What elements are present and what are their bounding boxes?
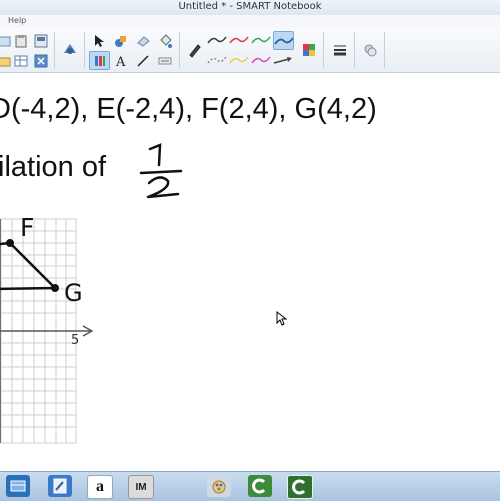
color-palette-icon[interactable] [299,41,319,59]
pen-style-black-icon[interactable] [207,31,227,49]
eraser-tool-icon[interactable] [133,32,153,50]
line-tool-icon[interactable] [133,52,153,70]
close-view-icon[interactable] [31,52,51,70]
camtasia-app-icon[interactable] [248,475,272,497]
fill-tool-icon[interactable] [155,32,175,50]
menu-help[interactable]: Help [8,16,26,25]
notebook-canvas[interactable]: D(-4,2), E(-2,4), F(2,4), G(4,2) ilation… [0,73,500,471]
toolbar-separator [384,32,385,68]
pen-style-green-icon[interactable] [251,31,271,49]
pen-icon[interactable] [184,41,204,59]
text-tool-icon[interactable]: A [111,52,131,70]
pen-style-red-icon[interactable] [229,31,249,49]
taskbar: a IM [0,471,500,501]
pen-style-dotted-icon[interactable] [207,51,227,69]
point-g [51,284,59,292]
handwriting-layer [0,143,183,444]
svg-text:A: A [115,55,126,68]
screen-shade-icon[interactable] [31,32,51,50]
axis-tick-label: 5 [71,333,80,348]
document-camera-icon[interactable] [60,40,80,58]
menu-bar: Help [0,15,500,29]
toolbar: A [0,28,500,73]
im-app-icon[interactable]: IM [128,475,154,499]
properties-icon[interactable] [360,41,380,59]
pen-style-yellow-icon[interactable] [229,51,249,69]
notes-app-icon[interactable] [48,475,72,497]
line-thickness-icon[interactable] [330,41,350,59]
toolbar-separator [54,32,55,68]
paste-icon[interactable] [11,32,31,50]
toolbar-separator [323,32,324,68]
label-f: F [20,213,35,242]
toolbar-separator [84,32,85,68]
im-app-label: IM [135,481,147,493]
mouse-cursor-icon [276,311,288,326]
title-bar: Untitled * - SMART Notebook [0,0,500,16]
paint-app-icon[interactable] [207,475,231,497]
magic-pen-icon[interactable] [155,52,175,70]
point-f [6,239,14,247]
pens-tool-icon[interactable] [89,51,110,70]
insert-table-icon[interactable] [11,52,31,70]
toolbar-separator [354,32,355,68]
amazon-icon[interactable]: a [87,475,113,499]
window-title: Untitled * - SMART Notebook [178,1,322,12]
toolbar-separator [179,32,180,68]
x-axis [0,219,94,443]
amazon-icon-label: a [96,478,104,495]
shapes-tool-icon[interactable] [111,32,131,50]
pen-style-blue-icon[interactable] [273,31,294,50]
fraction-one-half [139,143,183,199]
pen-style-arrow-icon[interactable] [273,51,293,69]
pen-style-pink-icon[interactable] [251,51,271,69]
camtasia-recorder-icon[interactable] [287,475,313,499]
label-g: G [64,279,83,307]
select-arrow-icon[interactable] [89,32,109,50]
windows-explorer-icon[interactable] [6,475,30,497]
